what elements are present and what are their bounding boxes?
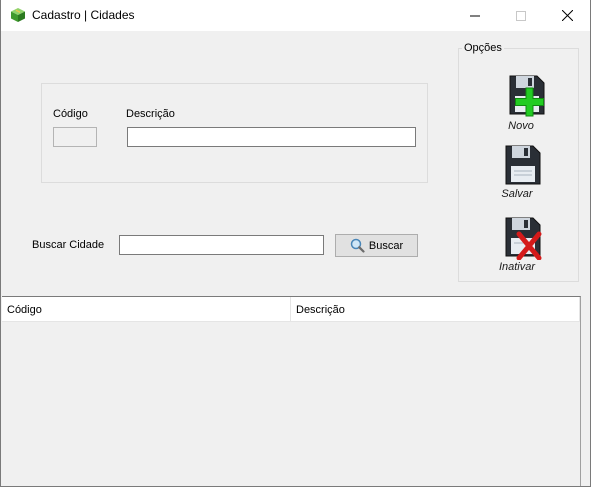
minimize-icon (470, 15, 480, 16)
search-input[interactable] (119, 235, 324, 255)
salvar-button[interactable]: Salvar (487, 144, 547, 210)
floppy-plus-icon (509, 75, 545, 117)
novo-label: Novo (508, 120, 534, 132)
codigo-label: Código (53, 108, 88, 120)
minimize-button[interactable] (452, 0, 498, 31)
novo-button[interactable]: Novo (491, 74, 551, 140)
inativar-button[interactable]: Inativar (487, 216, 547, 282)
opcoes-title: Opções (462, 42, 504, 54)
descricao-field[interactable] (127, 127, 416, 147)
cadastro-cidades-window: Cadastro | Cidades Código Descrição Busc… (0, 0, 591, 487)
window-title: Cadastro | Cidades (32, 8, 135, 22)
maximize-button[interactable] (498, 0, 544, 31)
close-icon (561, 10, 573, 21)
green-cube-icon (11, 8, 25, 22)
buscar-cidade-label: Buscar Cidade (32, 239, 105, 251)
salvar-label: Salvar (501, 188, 533, 200)
buscar-button[interactable]: Buscar (335, 234, 418, 257)
maximize-icon (516, 10, 526, 21)
title-bar[interactable]: Cadastro | Cidades (1, 0, 590, 31)
column-header-codigo[interactable]: Código (2, 297, 291, 322)
floppy-x-icon (505, 217, 542, 260)
buscar-button-label: Buscar (368, 239, 404, 252)
grid-header: Código Descrição (2, 297, 580, 322)
magnifier-icon (350, 238, 365, 253)
cidades-grid[interactable]: Código Descrição (2, 296, 581, 486)
close-button[interactable] (544, 0, 590, 31)
column-header-descricao[interactable]: Descrição (291, 297, 580, 322)
floppy-icon (505, 145, 541, 185)
inativar-label: Inativar (498, 261, 536, 273)
codigo-field[interactable] (53, 127, 97, 147)
descricao-label: Descrição (126, 108, 175, 120)
